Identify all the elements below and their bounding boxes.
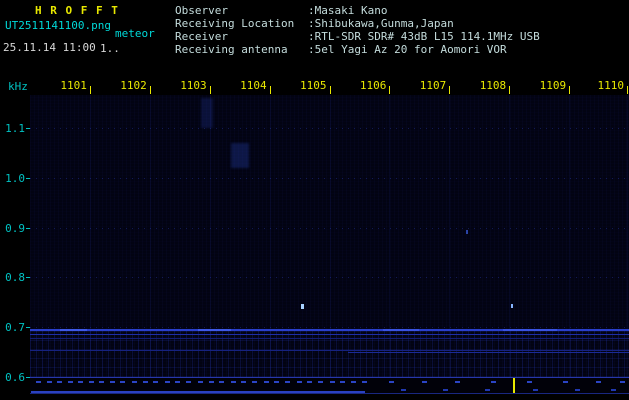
- time-tick: [269, 86, 271, 94]
- time-tick: [569, 86, 571, 94]
- freq-tick-label: 1.0: [5, 172, 25, 185]
- carrier-band-second: [30, 333, 629, 336]
- event-tick: [512, 378, 515, 393]
- lower-band: [30, 349, 629, 351]
- noise-smudge-1: [230, 142, 249, 168]
- signal-mark: [208, 381, 214, 383]
- signal-mark: [57, 381, 62, 383]
- signal-mark: [329, 381, 335, 383]
- time-tick: [149, 86, 151, 94]
- signal-mark: [77, 381, 83, 383]
- signal-mark: [422, 381, 428, 383]
- noise-smudge-2: [200, 98, 213, 128]
- signal-mark: [611, 389, 616, 391]
- signal-mark: [197, 381, 203, 383]
- time-tick-label: 1104: [240, 79, 267, 92]
- time-tick-label: 1103: [180, 79, 207, 92]
- time-tick-label: 1106: [359, 79, 387, 92]
- time-tick-label: 1101: [60, 79, 87, 92]
- signal-mark: [175, 381, 180, 383]
- grid-hline: [30, 178, 629, 179]
- carrier-band-third: [30, 337, 629, 339]
- signal-mark: [527, 381, 533, 383]
- grid-hline: [30, 327, 629, 328]
- time-tick: [509, 86, 511, 94]
- time-tick-label: 1105: [300, 79, 327, 92]
- faint-echo: [465, 229, 468, 234]
- time-tick: [209, 86, 211, 94]
- signal-mark: [67, 381, 73, 383]
- signal-mark: [350, 381, 356, 383]
- signal-mark: [362, 381, 368, 383]
- signal-mark: [152, 381, 158, 383]
- signal-mark: [142, 381, 148, 383]
- time-tick: [627, 86, 628, 94]
- time-tick: [329, 86, 331, 94]
- signal-mark: [164, 381, 170, 383]
- time-tick: [389, 86, 391, 94]
- signal-mark: [533, 389, 539, 391]
- signal-mark: [575, 389, 581, 391]
- signal-mark: [620, 381, 625, 383]
- signal-mark: [485, 389, 491, 391]
- carrier-band-bright-2: [197, 328, 231, 331]
- signal-mark: [119, 381, 125, 383]
- meteor-echo-1: [301, 303, 305, 309]
- grid-hline: [30, 128, 629, 129]
- signal-mark: [185, 381, 191, 383]
- signal-mark: [455, 381, 461, 383]
- carrier-band-bright-1: [60, 328, 87, 331]
- time-tick-label: 1102: [120, 79, 147, 92]
- carrier-band-bright-3: [383, 328, 420, 331]
- freq-tick-label: 0.9: [5, 222, 25, 235]
- signal-mark: [98, 381, 104, 383]
- freq-tick-label: 0.8: [5, 271, 25, 284]
- strip-bottom-line: [30, 393, 629, 394]
- signal-mark: [274, 381, 280, 383]
- time-tick-label: 1109: [539, 79, 567, 92]
- carrier-band-bright-4: [503, 328, 558, 331]
- signal-mark: [218, 381, 224, 383]
- time-tick-label: 1110: [597, 79, 625, 92]
- signal-mark: [251, 381, 257, 383]
- grid-hline: [30, 277, 629, 278]
- time-tick: [89, 86, 91, 94]
- signal-mark: [296, 381, 302, 383]
- signal-mark: [307, 381, 313, 383]
- signal-mark: [340, 381, 346, 383]
- signal-mark: [240, 381, 246, 383]
- freq-tick-label: 0.6: [5, 371, 25, 384]
- signal-mark: [88, 381, 94, 383]
- signal-mark: [109, 381, 115, 383]
- hrofft-output-screen: { "header": { "app_title": "H R O F F T"…: [0, 0, 629, 400]
- signal-mark: [263, 381, 269, 383]
- signal-mark: [401, 389, 407, 391]
- meteor-echo-2: [511, 304, 514, 309]
- signal-mark: [563, 381, 569, 383]
- lower-band-right: [347, 351, 629, 353]
- freq-tick-label: 0.7: [5, 321, 25, 334]
- signal-mark: [491, 381, 497, 383]
- signal-mark: [443, 389, 449, 391]
- signal-mark: [389, 381, 395, 383]
- time-tick: [449, 86, 451, 94]
- time-tick-label: 1107: [419, 79, 447, 92]
- strip-top-line: [30, 377, 629, 378]
- dynamic-layer: 1101 1102 1103 1104 1105 1106 1107 1108 1109 1110…: [0, 0, 629, 400]
- signal-mark: [317, 381, 323, 383]
- signal-mark: [284, 381, 290, 383]
- signal-mark: [230, 381, 236, 383]
- signal-mark: [46, 381, 52, 383]
- signal-mark: [36, 381, 41, 383]
- signal-mark: [131, 381, 137, 383]
- time-tick-label: 1108: [479, 79, 507, 92]
- freq-tick-label: 1.1: [5, 122, 25, 135]
- grid-hline: [30, 228, 629, 229]
- signal-mark: [596, 381, 602, 383]
